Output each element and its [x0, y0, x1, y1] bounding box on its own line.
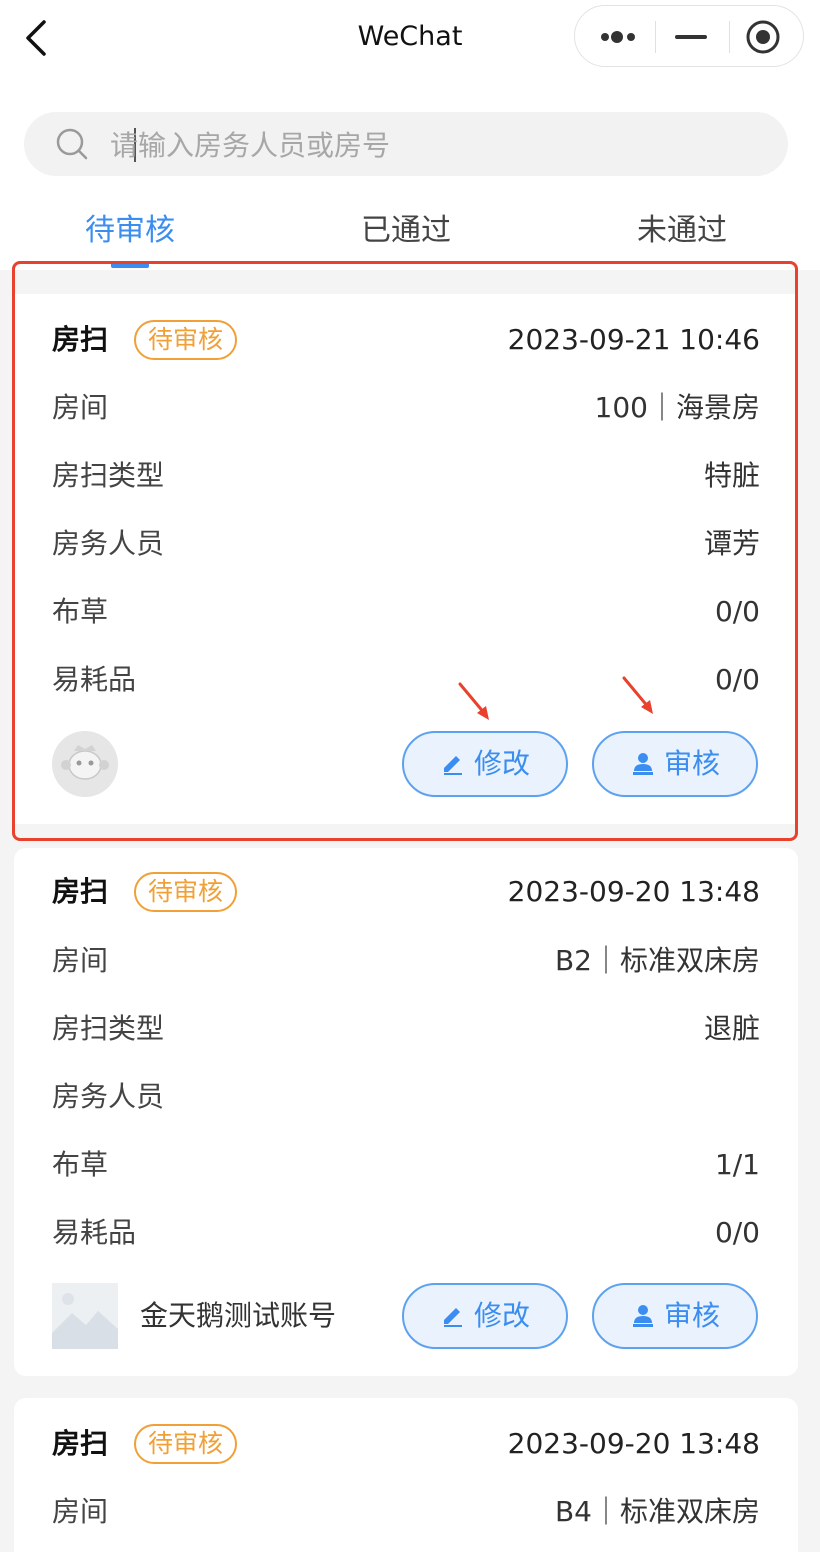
header: WeChat 待审核 已通过 未通过	[0, 0, 820, 270]
status-badge: 待审核	[134, 872, 238, 912]
account-name: 金天鹅测试账号	[140, 1299, 337, 1332]
user-icon	[632, 1305, 653, 1327]
record-time: 2023-09-20 13:48	[507, 1427, 760, 1460]
room-value: B4｜标准双床房	[554, 1495, 760, 1528]
search-input[interactable]	[108, 122, 752, 168]
room-label: 房间	[52, 1495, 109, 1528]
staff-value: 谭芳	[703, 527, 760, 560]
review-button-label: 审核	[663, 1299, 720, 1332]
consumables-value: 0/0	[714, 663, 760, 696]
minimize-icon[interactable]	[661, 6, 721, 68]
consumables-label: 易耗品	[52, 663, 137, 696]
mini-program-capsule	[574, 5, 804, 67]
tab-pending[interactable]: 待审核	[40, 208, 220, 254]
clean-type-label: 房扫类型	[52, 459, 165, 492]
avatar	[52, 731, 118, 797]
staff-label: 房务人员	[52, 1080, 165, 1113]
room-label: 房间	[52, 391, 109, 424]
search-icon	[56, 128, 88, 160]
status-badge: 待审核	[134, 320, 238, 360]
record-type: 房扫	[52, 323, 109, 356]
capsule-divider	[655, 21, 656, 53]
record-time: 2023-09-20 13:48	[507, 875, 760, 908]
search-bar[interactable]	[24, 112, 788, 176]
annotation-arrow-icon	[458, 682, 489, 720]
edit-button[interactable]: 修改	[402, 1283, 568, 1349]
linen-value: 0/0	[714, 595, 760, 628]
more-icon[interactable]	[591, 6, 653, 68]
consumables-value: 0/0	[714, 1216, 760, 1249]
room-value: 100｜海景房	[594, 391, 760, 424]
tab-approved[interactable]: 已通过	[316, 208, 496, 254]
status-badge: 待审核	[134, 1424, 238, 1464]
linen-value: 1/1	[714, 1148, 760, 1181]
record-type: 房扫	[52, 1427, 109, 1460]
review-button[interactable]: 审核	[592, 1283, 758, 1349]
image-placeholder-icon	[52, 1283, 118, 1349]
record-card[interactable]: 房扫 待审核 2023-09-20 13:48 房间 B2｜标准双床房 房扫类型…	[14, 848, 798, 1376]
clean-type-value: 退脏	[703, 1012, 760, 1045]
tab-rejected[interactable]: 未通过	[592, 208, 772, 254]
review-button-label: 审核	[663, 747, 720, 780]
record-card[interactable]: 房扫 待审核 2023-09-20 13:48 房间 B4｜标准双床房	[14, 1398, 798, 1552]
annotation-arrow-icon	[622, 676, 653, 714]
room-value: B2｜标准双床房	[554, 944, 760, 977]
consumables-label: 易耗品	[52, 1216, 137, 1249]
linen-label: 布草	[52, 595, 109, 628]
pencil-icon	[443, 1308, 462, 1327]
review-button[interactable]: 审核	[592, 731, 758, 797]
user-icon	[632, 753, 653, 775]
record-card[interactable]: 房扫 待审核 2023-09-21 10:46 房间 100｜海景房 房扫类型 …	[14, 294, 798, 824]
close-target-icon[interactable]	[735, 6, 797, 68]
linen-label: 布草	[52, 1148, 109, 1181]
room-label: 房间	[52, 944, 109, 977]
edit-button[interactable]: 修改	[402, 731, 568, 797]
pencil-icon	[443, 756, 462, 775]
record-type: 房扫	[52, 875, 109, 908]
clean-type-label: 房扫类型	[52, 1012, 165, 1045]
staff-label: 房务人员	[52, 527, 165, 560]
record-time: 2023-09-21 10:46	[507, 323, 760, 356]
edit-button-label: 修改	[473, 1299, 530, 1332]
capsule-divider	[729, 21, 730, 53]
edit-button-label: 修改	[473, 747, 530, 780]
clean-type-value: 特脏	[703, 459, 760, 492]
tab-active-indicator	[111, 262, 149, 268]
